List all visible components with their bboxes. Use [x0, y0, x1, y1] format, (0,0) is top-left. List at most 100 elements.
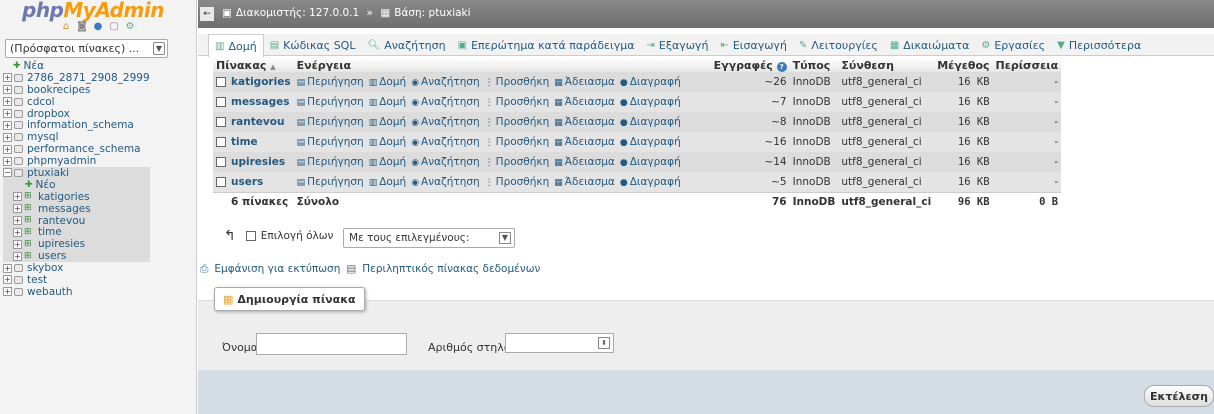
tab-1[interactable]: ▤ Κώδικας SQL — [264, 34, 362, 56]
col-size[interactable]: Μέγεθος — [934, 58, 993, 72]
empty-action[interactable]: ▦ Άδειασμα — [554, 76, 616, 88]
recent-tables-select[interactable]: (Πρόσφατοι πίνακες) ... ▼ — [5, 39, 168, 58]
insert-action[interactable]: ⋮ Προσθήκη — [485, 116, 551, 128]
row-checkbox[interactable] — [216, 117, 226, 127]
nav-new-database[interactable]: ✚ Νέα — [3, 60, 150, 72]
tab-4[interactable]: ⇥ Εξαγωγή — [640, 34, 714, 56]
size-cell[interactable]: 16 KB — [934, 172, 993, 192]
nav-db-information_schema[interactable]: + information_schema — [3, 119, 150, 131]
print-view-link[interactable]: Εμφάνιση για εκτύπωση — [214, 263, 340, 276]
table-name-link[interactable]: messages — [231, 96, 290, 108]
table-name-link[interactable]: upiresies — [231, 156, 285, 168]
table-name-link[interactable]: users — [231, 176, 263, 188]
nav-table-new[interactable]: ✚ Νέο — [3, 179, 150, 191]
table-name-link[interactable]: katigories — [231, 76, 291, 88]
structure-action[interactable]: ▥ Δομή — [369, 96, 407, 108]
col-rows[interactable]: Εγγραφές ? — [710, 58, 790, 72]
row-checkbox[interactable] — [216, 137, 226, 147]
nav-db-dropbox[interactable]: + dropbox — [3, 108, 150, 120]
search-action[interactable]: ◉ Αναζήτηση — [411, 156, 480, 168]
size-cell[interactable]: 16 KB — [934, 152, 993, 172]
expand-icon[interactable]: + — [3, 85, 12, 95]
tab-6[interactable]: ✎ Λειτουργίες — [793, 34, 884, 56]
expand-icon[interactable]: + — [3, 120, 12, 130]
nav-db-bookrecipes[interactable]: + bookrecipes — [3, 84, 150, 96]
nav-table-rantevou[interactable]: + ⊞ rantevou — [3, 215, 150, 227]
drop-action[interactable]: ● Διαγραφή — [620, 76, 682, 88]
breadcrumb-server[interactable]: Διακομιστής: 127.0.0.1 — [236, 7, 359, 19]
row-checkbox[interactable] — [216, 97, 226, 107]
browse-action[interactable]: ▤ Περιήγηση — [297, 96, 365, 108]
insert-action[interactable]: ⋮ Προσθήκη — [485, 96, 551, 108]
with-selected-select[interactable]: Με τους επιλεγμένους: ▼ — [343, 228, 515, 248]
nav-db-2786_2871_2908_2999[interactable]: +2786_2871_2908_2999 — [3, 72, 150, 84]
settings-icon[interactable]: ⚙ — [124, 21, 136, 33]
structure-action[interactable]: ▥ Δομή — [369, 116, 407, 128]
breadcrumb-database[interactable]: Βάση: ptuxiaki — [394, 7, 470, 19]
drop-action[interactable]: ● Διαγραφή — [620, 116, 682, 128]
collapse-icon[interactable]: − — [3, 168, 12, 178]
tab-0[interactable]: ▥ Δομή — [208, 34, 264, 57]
row-checkbox[interactable] — [216, 176, 226, 187]
size-cell[interactable]: 16 KB — [934, 72, 993, 92]
tab-5[interactable]: ⇤ Εισαγωγή — [714, 34, 793, 56]
info-icon[interactable]: ? — [776, 61, 787, 72]
col-type[interactable]: Τύπος — [789, 58, 839, 72]
nav-db-ptuxiaki[interactable]: − ptuxiaki — [3, 167, 150, 179]
size-cell[interactable]: 16 KB — [934, 92, 993, 112]
expand-icon[interactable]: + — [3, 97, 12, 107]
drop-action[interactable]: ● Διαγραφή — [620, 176, 682, 188]
col-collation[interactable]: Σύνθεση — [838, 58, 935, 72]
structure-action[interactable]: ▥ Δομή — [369, 136, 407, 148]
table-name-link[interactable]: time — [231, 136, 258, 148]
size-cell[interactable]: 16 KB — [934, 112, 993, 132]
size-cell[interactable]: 16 KB — [934, 132, 993, 152]
nav-table-messages[interactable]: + ⊞ messages — [3, 203, 150, 215]
nav-db-test[interactable]: + test — [3, 274, 150, 286]
insert-action[interactable]: ⋮ Προσθήκη — [485, 136, 551, 148]
expand-icon[interactable]: + — [3, 132, 12, 142]
num-columns-input[interactable]: ⬍ — [505, 333, 614, 353]
nav-table-time[interactable]: + ⊞ time — [3, 226, 150, 238]
nav-db-webauth[interactable]: + webauth — [3, 286, 150, 298]
expand-icon[interactable]: + — [13, 192, 22, 202]
nav-db-mysql[interactable]: + mysql — [3, 131, 150, 143]
phpmyadmin-logo[interactable]: phpMyAdmin — [22, 0, 164, 22]
tab-7[interactable]: ▦ Δικαιώματα — [884, 34, 976, 56]
search-action[interactable]: ◉ Αναζήτηση — [411, 76, 480, 88]
expand-icon[interactable]: + — [3, 263, 12, 273]
drop-action[interactable]: ● Διαγραφή — [620, 96, 682, 108]
collapse-nav-icon[interactable]: ← — [200, 7, 214, 21]
col-table[interactable]: Πίνακας ▲ — [213, 58, 294, 72]
browse-action[interactable]: ▤ Περιήγηση — [297, 136, 365, 148]
empty-action[interactable]: ▦ Άδειασμα — [554, 96, 616, 108]
table-name-input[interactable] — [256, 333, 407, 355]
tab-8[interactable]: ⚙ Εργασίες — [975, 34, 1051, 56]
browse-action[interactable]: ▤ Περιήγηση — [297, 116, 365, 128]
tab-9[interactable]: ▼ Περισσότερα — [1051, 34, 1147, 56]
expand-icon[interactable]: + — [3, 144, 12, 154]
insert-action[interactable]: ⋮ Προσθήκη — [485, 156, 551, 168]
empty-action[interactable]: ▦ Άδειασμα — [554, 176, 616, 188]
nav-table-upiresies[interactable]: + ⊞ upiresies — [3, 238, 150, 250]
nav-db-performance_schema[interactable]: + performance_schema — [3, 143, 150, 155]
data-dictionary-link[interactable]: Περιληπτικός πίνακας δεδομένων — [362, 263, 540, 276]
browse-action[interactable]: ▤ Περιήγηση — [297, 156, 365, 168]
structure-action[interactable]: ▥ Δομή — [369, 156, 407, 168]
tab-2[interactable]: 🔍︎ Αναζήτηση — [361, 34, 451, 56]
table-name-link[interactable]: rantevou — [231, 116, 284, 128]
browse-action[interactable]: ▤ Περιήγηση — [297, 76, 365, 88]
empty-action[interactable]: ▦ Άδειασμα — [554, 116, 616, 128]
check-all-label[interactable]: Επιλογή όλων — [261, 230, 334, 242]
expand-icon[interactable]: + — [3, 287, 12, 297]
help-icon[interactable]: ● — [92, 21, 104, 33]
nav-table-users[interactable]: + ⊞ users — [3, 250, 150, 262]
expand-icon[interactable]: + — [3, 73, 12, 83]
structure-action[interactable]: ▥ Δομή — [369, 76, 407, 88]
expand-icon[interactable]: + — [13, 227, 22, 237]
expand-icon[interactable]: + — [13, 251, 22, 261]
browse-action[interactable]: ▤ Περιήγηση — [297, 176, 365, 188]
empty-action[interactable]: ▦ Άδειασμα — [554, 156, 616, 168]
drop-action[interactable]: ● Διαγραφή — [620, 136, 682, 148]
row-checkbox[interactable] — [216, 157, 226, 167]
